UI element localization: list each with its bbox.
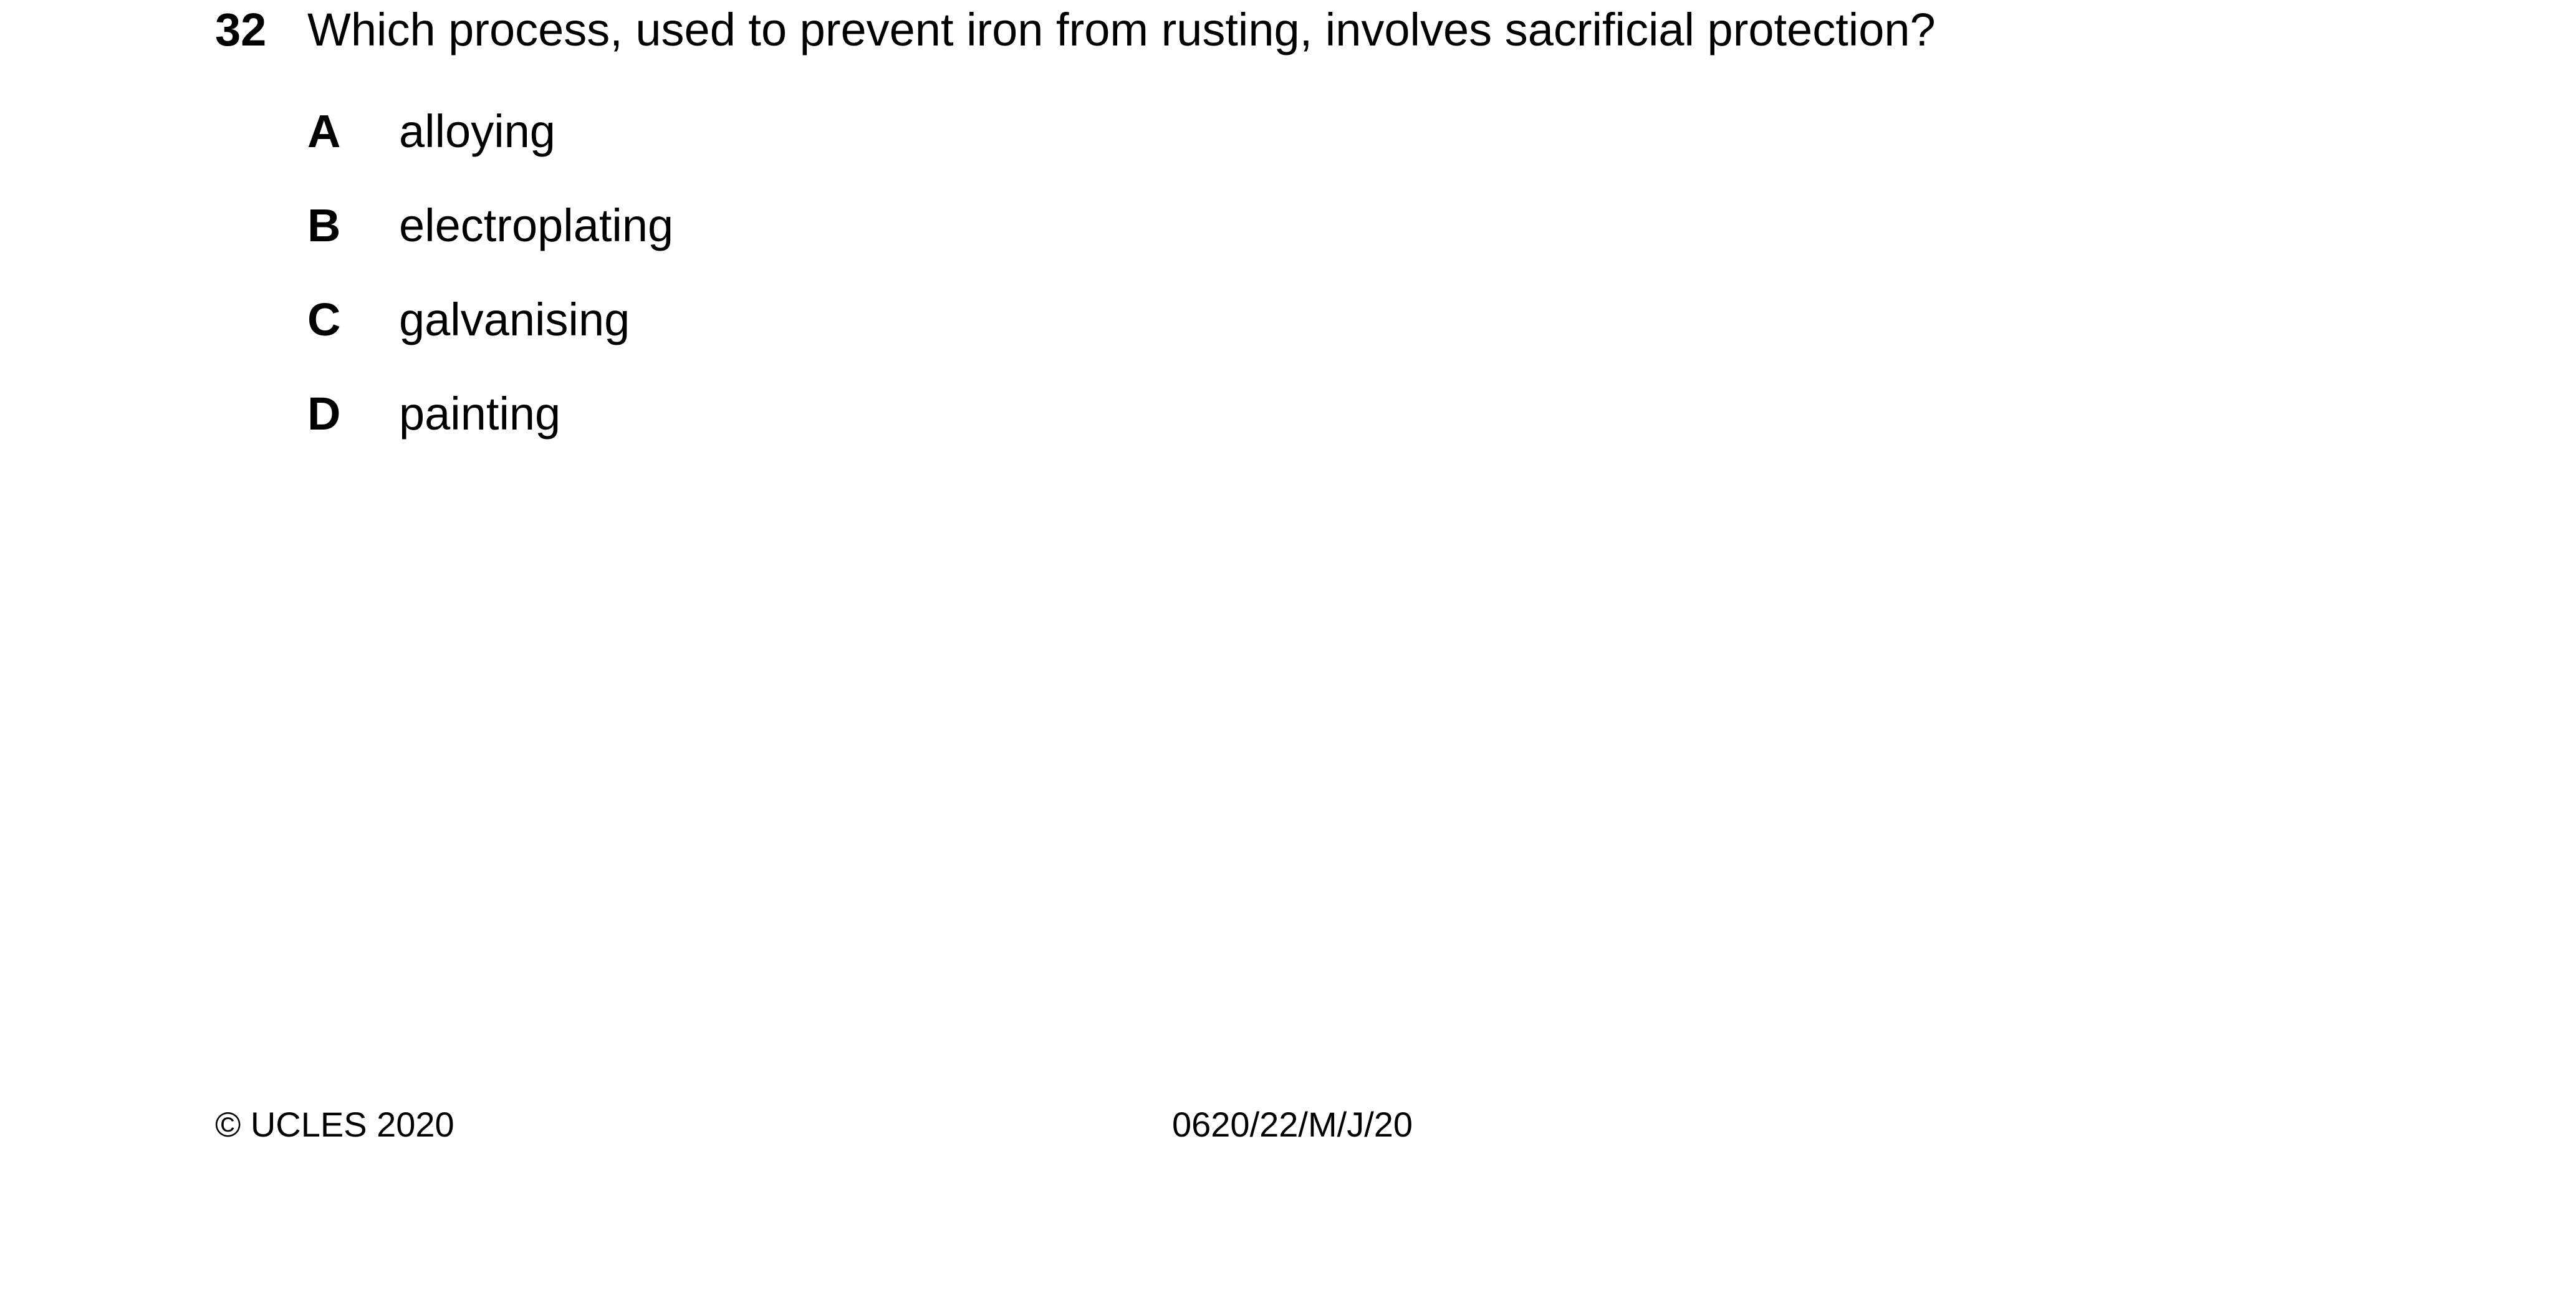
paper-code: 0620/22/M/J/20 — [1172, 1105, 1413, 1144]
option-letter: B — [307, 200, 341, 251]
option-text: galvanising — [399, 294, 630, 345]
option-letter: C — [307, 294, 341, 345]
question-stem: Which process, used to prevent iron from… — [307, 4, 1936, 55]
option-text: electroplating — [399, 200, 674, 251]
option-text: painting — [399, 388, 561, 440]
option-text: alloying — [399, 105, 555, 157]
question-number: 32 — [215, 4, 267, 55]
copyright-notice: © UCLES 2020 — [215, 1105, 454, 1144]
option-letter: D — [307, 388, 341, 440]
option-letter: A — [307, 105, 341, 157]
